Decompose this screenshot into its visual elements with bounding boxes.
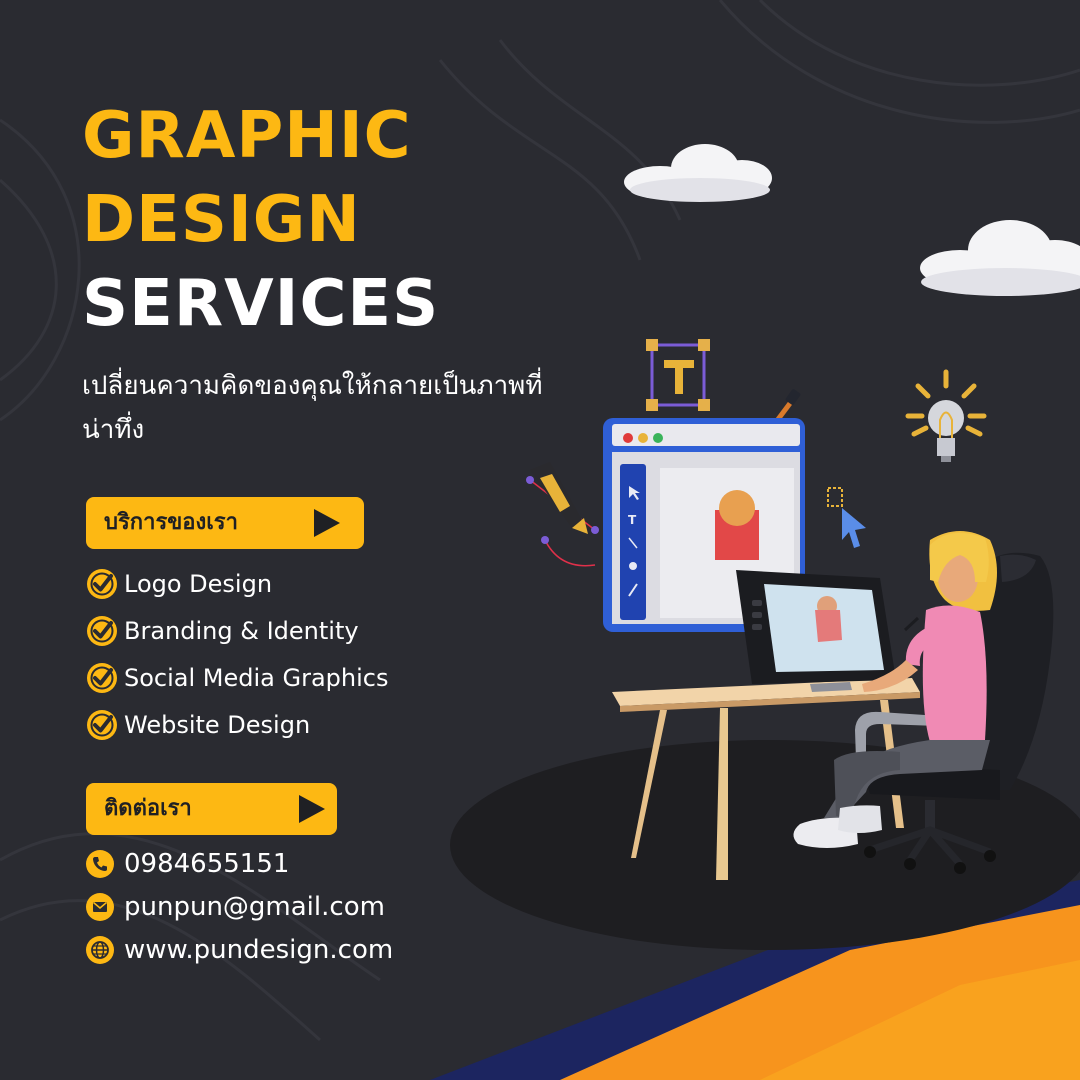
- cloud-icon: [624, 144, 772, 202]
- cursor-icon: [827, 487, 866, 548]
- eyedropper-icon: [773, 389, 801, 425]
- text-tool-icon: [646, 339, 710, 411]
- designer-illustration: T: [526, 144, 1080, 880]
- drawing-tablet-illustration: [736, 570, 896, 692]
- lightbulb-icon: [905, 369, 987, 462]
- pen-tool-icon: [526, 462, 599, 567]
- poster: GRAPHIC DESIGN SERVICES เปลี่ยนความคิดขอ…: [0, 0, 1080, 1080]
- svg-text:T: T: [628, 513, 637, 527]
- cloud-icon: [920, 220, 1080, 296]
